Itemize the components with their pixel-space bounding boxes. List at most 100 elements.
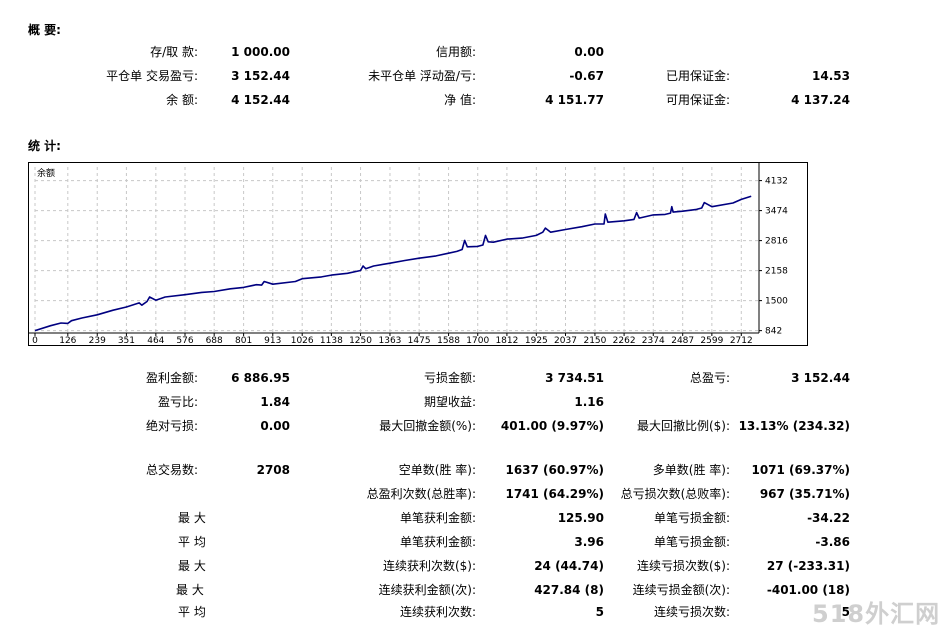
x-tick-label: 1812 <box>495 336 518 345</box>
average-consecutive-losses-label: 连续亏损次数: <box>653 605 730 619</box>
floating-pl-value: -0.67 <box>569 69 604 83</box>
total-trades-value: 2708 <box>256 463 290 477</box>
x-tick-label: 1138 <box>320 336 343 345</box>
max-consecutive-wins-label: 连续获利次数($): <box>382 559 476 573</box>
chart-title: 余额 <box>37 167 55 179</box>
gross-profit-value: 6 886.95 <box>231 371 290 385</box>
detail-row-label: 最 大 <box>178 511 206 525</box>
gross-profit-label: 盈利金额: <box>145 371 198 385</box>
average-loss-label: 单笔亏损金额: <box>653 535 730 549</box>
largest-profit-value: 125.90 <box>557 511 604 525</box>
y-tick-label: 2158 <box>765 267 788 277</box>
x-tick-label: 351 <box>118 336 135 345</box>
max-consecutive-losses-label: 连续亏损次数($): <box>636 559 730 573</box>
max-drawdown-label: 最大回撤金额(%): <box>379 419 476 433</box>
average-profit-label: 单笔获利金额: <box>399 535 476 549</box>
summary-title: 概 要: <box>28 23 61 37</box>
total-profit-label: 总盈亏: <box>689 371 730 385</box>
loss-trades-label: 总亏损次数(总败率): <box>620 487 730 501</box>
relative-drawdown-label: 最大回撤比例($): <box>636 419 730 433</box>
long-trades-value: 1071 (69.37%) <box>751 463 850 477</box>
long-trades-label: 多单数(胜 率): <box>652 463 730 477</box>
margin-value: 14.53 <box>812 69 850 83</box>
absolute-drawdown-label: 绝对亏损: <box>145 419 198 433</box>
detail-row-label: 平 均 <box>178 535 206 549</box>
margin-label: 已用保证金: <box>665 69 730 83</box>
y-tick-label: 842 <box>765 327 782 337</box>
balance-line <box>34 195 752 332</box>
total-profit-value: 3 152.44 <box>791 371 850 385</box>
credit-label: 信用额: <box>435 45 476 59</box>
x-tick-label: 2150 <box>583 336 606 345</box>
max-drawdown-value: 401.00 (9.97%) <box>500 419 604 433</box>
x-tick-label: 1250 <box>349 336 372 345</box>
free-margin-label: 可用保证金: <box>665 93 730 107</box>
x-tick-label: 2712 <box>730 336 753 345</box>
x-tick-label: 801 <box>235 336 252 345</box>
x-tick-label: 1700 <box>466 336 489 345</box>
x-tick-label: 2374 <box>642 336 665 345</box>
x-tick-label: 1026 <box>291 336 314 345</box>
x-tick-label: 1363 <box>379 336 402 345</box>
detail-row-label: 最 大 <box>176 583 204 597</box>
y-tick-label: 4132 <box>765 177 788 187</box>
balance-value: 4 152.44 <box>231 93 290 107</box>
free-margin-value: 4 137.24 <box>791 93 850 107</box>
x-tick-label: 913 <box>264 336 281 345</box>
x-tick-label: 1475 <box>408 336 431 345</box>
average-profit-value: 3.96 <box>574 535 604 549</box>
x-tick-label: 2037 <box>554 336 577 345</box>
x-tick-label: 0 <box>32 336 38 345</box>
max-consecutive-loss-label: 连续亏损金额(次): <box>632 583 730 597</box>
equity-label: 净 值: <box>444 93 476 107</box>
closed-pl-label: 平仓单 交易盈亏: <box>106 69 198 83</box>
x-tick-label: 2262 <box>613 336 636 345</box>
max-consecutive-wins-value: 24 (44.74) <box>534 559 604 573</box>
largest-profit-label: 单笔获利金额: <box>399 511 476 525</box>
x-tick-label: 1588 <box>437 336 460 345</box>
short-trades-label: 空单数(胜 率): <box>398 463 476 477</box>
largest-loss-value: -34.22 <box>807 511 850 525</box>
floating-pl-label: 未平仓单 浮动盈/亏: <box>368 69 476 83</box>
absolute-drawdown-value: 0.00 <box>260 419 290 433</box>
gross-loss-label: 亏损金额: <box>423 371 476 385</box>
max-consecutive-losses-value: 27 (-233.31) <box>766 559 850 573</box>
profit-trades-label: 总盈利次数(总胜率): <box>366 487 476 501</box>
loss-trades-value: 967 (35.71%) <box>759 487 850 501</box>
closed-pl-value: 3 152.44 <box>231 69 290 83</box>
profit-trades-value: 1741 (64.29%) <box>505 487 604 501</box>
total-trades-label: 总交易数: <box>145 463 198 477</box>
deposit-label: 存/取 款: <box>150 45 198 59</box>
x-tick-label: 1925 <box>525 336 548 345</box>
x-tick-label: 464 <box>147 336 164 345</box>
equity-value: 4 151.77 <box>545 93 604 107</box>
average-loss-value: -3.86 <box>815 535 850 549</box>
y-tick-label: 3474 <box>765 207 788 217</box>
gross-loss-value: 3 734.51 <box>545 371 604 385</box>
max-consecutive-profit-label: 连续获利金额(次): <box>378 583 476 597</box>
balance-chart: 0 126 239 351 464 576 688 801 913 1026 1138 1250 136… <box>28 162 808 346</box>
expected-payoff-value: 1.16 <box>574 395 604 409</box>
credit-value: 0.00 <box>574 45 604 59</box>
profit-factor-value: 1.84 <box>260 395 290 409</box>
y-tick-label: 2816 <box>765 237 788 247</box>
site-watermark: 518外汇网 <box>812 600 941 628</box>
y-tick-label: 1500 <box>765 297 788 307</box>
short-trades-value: 1637 (60.97%) <box>505 463 604 477</box>
x-tick-label: 126 <box>59 336 76 345</box>
profit-factor-label: 盈亏比: <box>157 395 198 409</box>
expected-payoff-label: 期望收益: <box>423 395 476 409</box>
balance-label: 余 额: <box>166 93 198 107</box>
average-consecutive-wins-value: 5 <box>595 605 604 619</box>
x-tick-label: 2487 <box>671 336 694 345</box>
balance-chart-svg: 0 126 239 351 464 576 688 801 913 1026 1138 1250 136… <box>29 163 788 345</box>
detail-row-label: 最 大 <box>178 559 206 573</box>
x-tick-label: 239 <box>89 336 106 345</box>
x-tick-label: 688 <box>206 336 223 345</box>
x-tick-label: 2599 <box>700 336 723 345</box>
stats-title: 统 计: <box>28 139 61 153</box>
average-consecutive-wins-label: 连续获利次数: <box>399 605 476 619</box>
detail-row-label: 平 均 <box>178 605 206 619</box>
x-tick-label: 576 <box>176 336 193 345</box>
largest-loss-label: 单笔亏损金额: <box>653 511 730 525</box>
